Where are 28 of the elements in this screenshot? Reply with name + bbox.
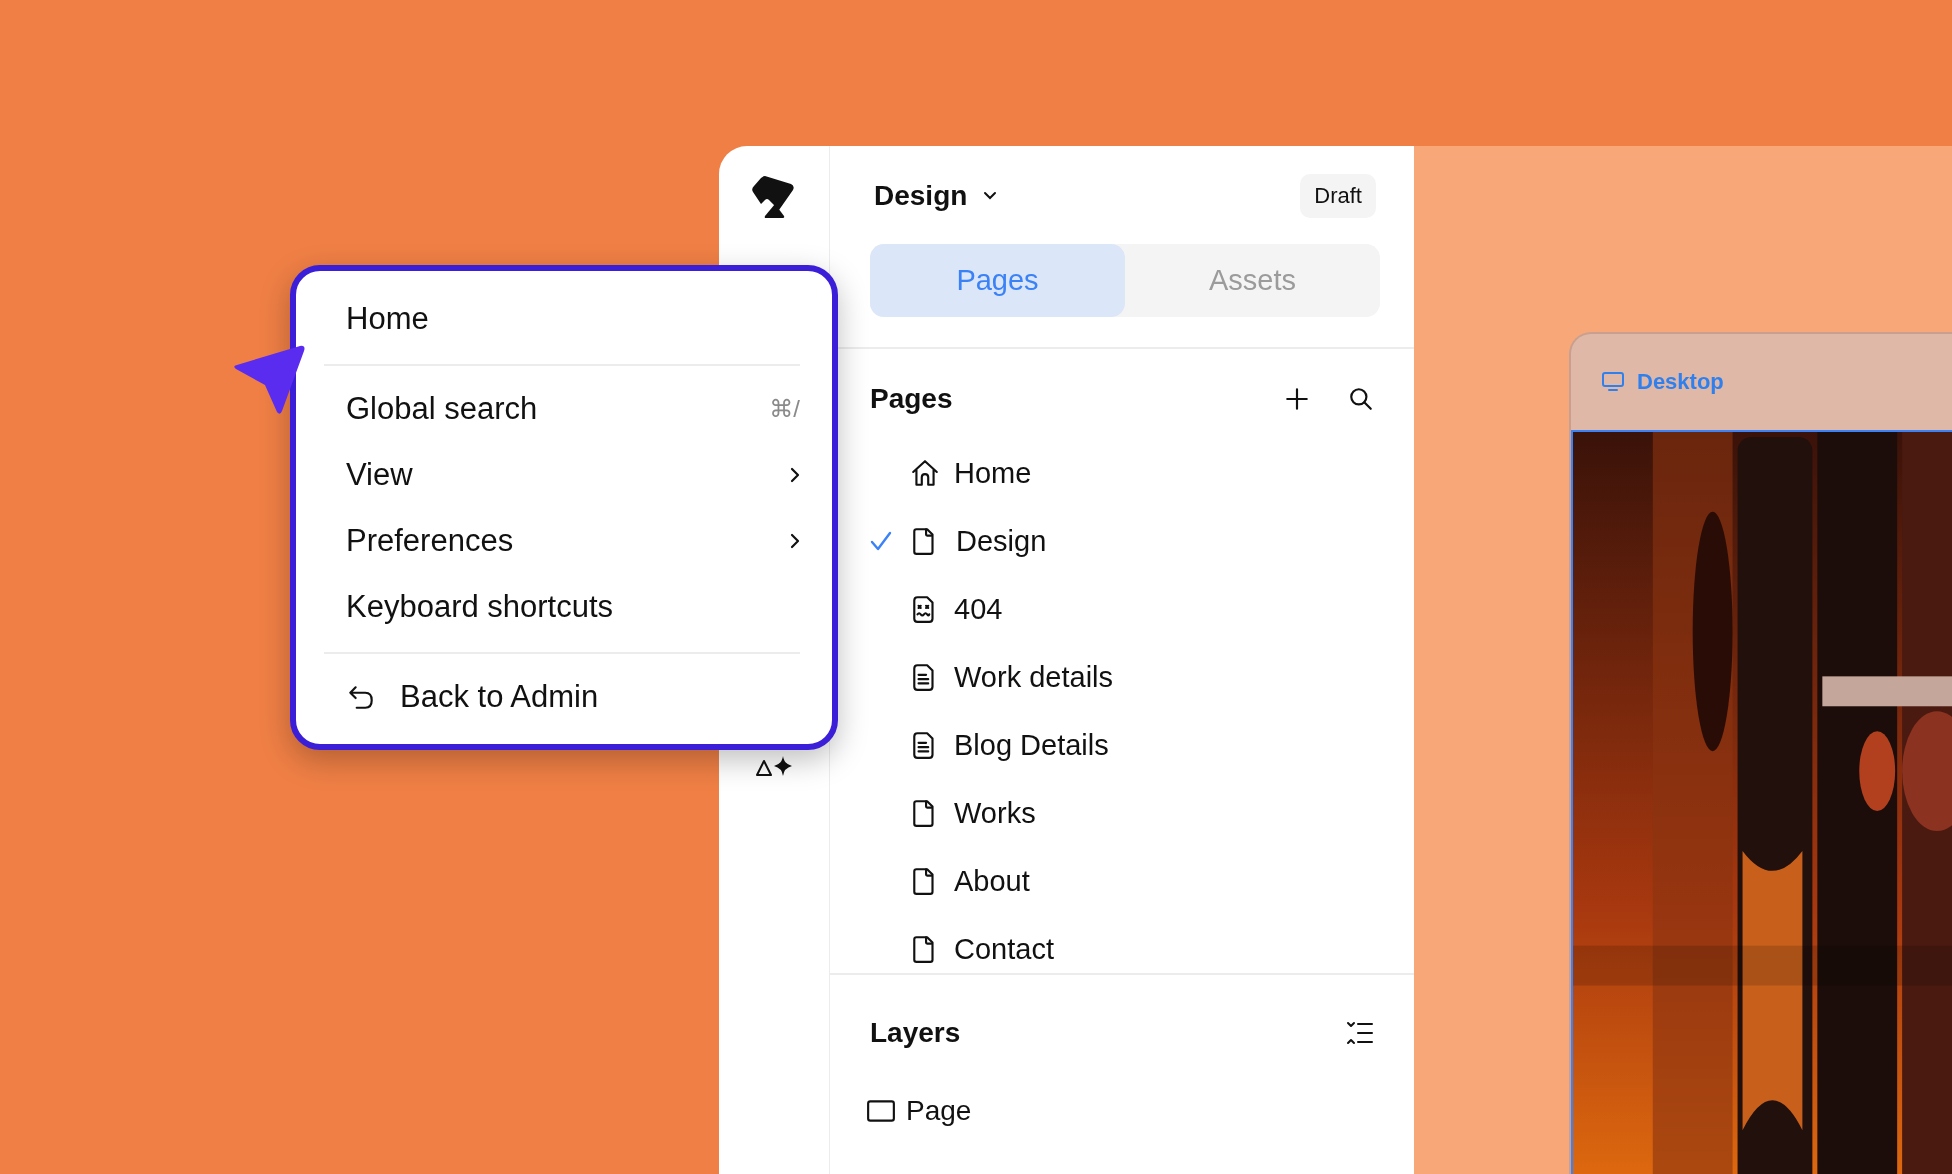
home-icon	[910, 458, 940, 488]
status-badge: Draft	[1300, 174, 1376, 218]
sitemap-item[interactable]: 404	[954, 592, 1003, 626]
sitemap-item[interactable]: Home	[954, 456, 1032, 490]
sitemap-item[interactable]: Blog Details	[954, 728, 1109, 762]
cursor-arrow-icon	[232, 345, 307, 417]
logo-icon[interactable]	[751, 174, 797, 220]
menu-item[interactable]: View	[346, 442, 800, 508]
add-icon[interactable]	[1284, 386, 1310, 412]
sitemap-item[interactable]: Works	[954, 796, 1036, 830]
page-title-dropdown[interactable]: Design	[870, 180, 998, 212]
section-heading: Pages	[870, 383, 953, 415]
sitemap-item[interactable]: About	[954, 864, 1030, 898]
shortcut-hint: ⌘/	[769, 395, 800, 423]
menu-item[interactable]: Keyboard shortcuts	[346, 574, 800, 640]
collapse-list-icon[interactable]	[1346, 1020, 1374, 1046]
sitemap-item[interactable]: Work details	[954, 660, 1114, 694]
section-heading: Layers	[870, 1017, 961, 1049]
menu-item[interactable]: Global search ⌘/	[346, 376, 800, 442]
search-icon[interactable]	[1348, 386, 1374, 412]
menu-item[interactable]: Home	[346, 286, 800, 352]
monitor-icon	[1601, 371, 1625, 393]
menu-item[interactable]: Back to Admin	[346, 664, 800, 730]
menu-item[interactable]: Preferences	[346, 508, 800, 574]
sitemap-item[interactable]: Contact	[954, 932, 1054, 966]
layer-item[interactable]: Page	[906, 1095, 972, 1127]
chevron-down-icon	[983, 191, 998, 201]
sitemap-item[interactable]: Design	[956, 524, 1047, 558]
